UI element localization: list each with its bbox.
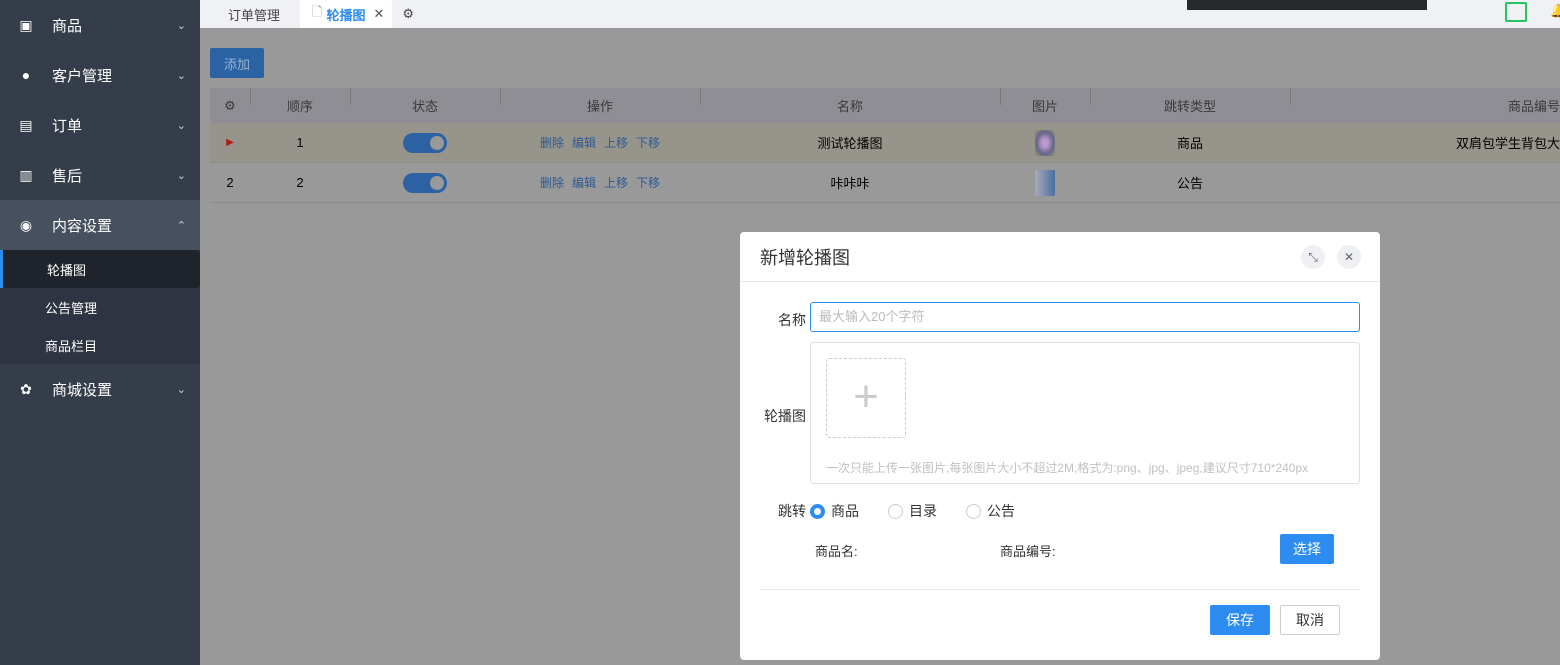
name-cell: 咔咔咔 — [830, 176, 870, 191]
product-code-label: 商品编号: — [1000, 544, 1056, 559]
fullscreen-icon[interactable]: ⤡ — [1301, 245, 1325, 269]
user-icon: ● — [21, 67, 31, 83]
select-button[interactable]: 选择 — [1280, 534, 1334, 564]
banner-thumbnail[interactable] — [1035, 129, 1055, 156]
radio-icon — [966, 503, 981, 519]
cancel-button[interactable]: 取消 — [1280, 605, 1340, 635]
type-cell: 公告 — [1176, 176, 1203, 191]
product-name-label: 商品名: — [815, 544, 858, 559]
move-down-link[interactable]: 下移 — [636, 176, 660, 190]
menu-shop-settings[interactable]: ✿ 商城设置 ⌄ — [0, 364, 200, 414]
banner-thumbnail[interactable] — [1035, 169, 1055, 196]
menu-aftersale[interactable]: ▥ 售后 ⌄ — [0, 150, 200, 200]
close-icon[interactable]: ✕ — [1337, 245, 1361, 269]
type-cell: 商品 — [1176, 136, 1203, 151]
bell-icon[interactable]: 🔔 — [1550, 3, 1560, 19]
chevron-down-icon: ⌄ — [176, 119, 186, 132]
image-label: 轮播图 — [764, 408, 806, 424]
submenu-notice[interactable]: 公告管理 — [0, 288, 200, 326]
menu-content[interactable]: ◉ 内容设置 ⌃ — [0, 200, 200, 250]
chevron-down-icon: ⌄ — [176, 383, 186, 396]
column-settings-icon[interactable]: ⚙ — [210, 98, 250, 114]
index-cell: 2 — [226, 175, 234, 190]
radio-product[interactable]: 商品 — [810, 501, 859, 521]
upload-plus-icon[interactable]: + — [826, 358, 906, 438]
file-icon: 🗋 — [312, 4, 323, 19]
edit-link[interactable]: 编辑 — [572, 176, 596, 190]
bag-icon: ▣ — [19, 16, 33, 33]
table-row[interactable]: 2 2 删除 编辑 上移 下移 咔咔咔 公告 — [210, 163, 1560, 203]
submenu-banner[interactable]: 轮播图 — [0, 250, 200, 288]
dialog-title: 新增轮播图 — [740, 232, 1380, 282]
jump-label: 跳转 — [778, 503, 806, 519]
banner-table: ⚙ 顺序 状态 操作 名称 图片 跳转类型 商品编号 ▶ 1 删除 编辑 上移 下移 … — [210, 88, 1560, 203]
chevron-down-icon: ⌄ — [176, 169, 186, 182]
current-row-icon: ▶ — [226, 137, 234, 148]
header-status: 状态 — [350, 88, 500, 115]
eye-icon: ◉ — [19, 216, 33, 233]
menu-orders[interactable]: ▤ 订单 ⌄ — [0, 100, 200, 150]
table-row[interactable]: ▶ 1 删除 编辑 上移 下移 测试轮播图 商品 双肩包学生背包大 — [210, 123, 1560, 163]
submenu-columns[interactable]: 商品栏目 — [0, 326, 200, 364]
radio-icon — [888, 503, 903, 519]
tab-banner[interactable]: 🗋 轮播图 ✕ — [300, 0, 393, 28]
chevron-down-icon: ⌄ — [176, 19, 186, 32]
order-cell: 1 — [296, 135, 304, 150]
menu-customers[interactable]: ● 客户管理 ⌄ — [0, 50, 200, 100]
order-cell: 2 — [296, 175, 304, 190]
header-bar — [1187, 0, 1427, 10]
header-order: 顺序 — [250, 88, 350, 115]
save-button[interactable]: 保存 — [1210, 605, 1270, 635]
delete-link[interactable]: 删除 — [540, 136, 564, 150]
add-banner-dialog: 新增轮播图 ⤡ ✕ 名称 最大输入20个字符 轮播图 + 一次只能上传一张图片,… — [740, 232, 1380, 660]
delete-link[interactable]: 删除 — [540, 176, 564, 190]
chevron-up-icon: ⌃ — [176, 219, 186, 232]
upload-area: + 一次只能上传一张图片,每张图片大小不超过2M,格式为:png、jpg、jpe… — [810, 342, 1360, 484]
header-name: 名称 — [700, 88, 1000, 115]
tab-settings-icon[interactable]: ⚙ — [392, 0, 424, 28]
move-up-link[interactable]: 上移 — [604, 136, 628, 150]
name-cell: 测试轮播图 — [817, 136, 883, 151]
menu-products[interactable]: ▣ 商品 ⌄ — [0, 0, 200, 50]
close-icon[interactable]: ✕ — [373, 6, 384, 22]
status-toggle[interactable] — [403, 172, 447, 193]
header-code: 商品编号 — [1290, 88, 1560, 115]
status-toggle[interactable] — [403, 132, 447, 153]
move-down-link[interactable]: 下移 — [636, 136, 660, 150]
sidebar: ▣ 商品 ⌄ ● 客户管理 ⌄ ▤ 订单 ⌄ ▥ 售后 ⌄ ◉ 内容设置 ⌃ 轮播图 公告管理 商品… — [0, 0, 200, 665]
name-input[interactable]: 最大输入20个字符 — [810, 302, 1360, 332]
code-cell: 双肩包学生背包大 — [1455, 136, 1560, 151]
radio-checked-icon — [810, 503, 825, 519]
book-icon[interactable] — [1505, 2, 1527, 22]
header-type: 跳转类型 — [1090, 88, 1290, 115]
upload-hint: 一次只能上传一张图片,每张图片大小不超过2M,格式为:png、jpg、jpeg,… — [826, 461, 1309, 475]
header-image: 图片 — [1000, 88, 1090, 115]
chevron-down-icon: ⌄ — [176, 69, 186, 82]
move-up-link[interactable]: 上移 — [604, 176, 628, 190]
clipboard-icon: ▥ — [19, 166, 33, 183]
tab-orders[interactable]: 订单管理 — [200, 0, 300, 28]
gear-icon: ✿ — [20, 380, 32, 397]
document-icon: ▤ — [19, 116, 33, 133]
radio-notice[interactable]: 公告 — [966, 501, 1015, 521]
radio-catalog[interactable]: 目录 — [888, 501, 937, 521]
divider — [760, 589, 1360, 590]
name-label: 名称 — [778, 312, 806, 328]
header-ops: 操作 — [500, 88, 700, 115]
add-button[interactable]: 添加 — [210, 48, 264, 78]
edit-link[interactable]: 编辑 — [572, 136, 596, 150]
